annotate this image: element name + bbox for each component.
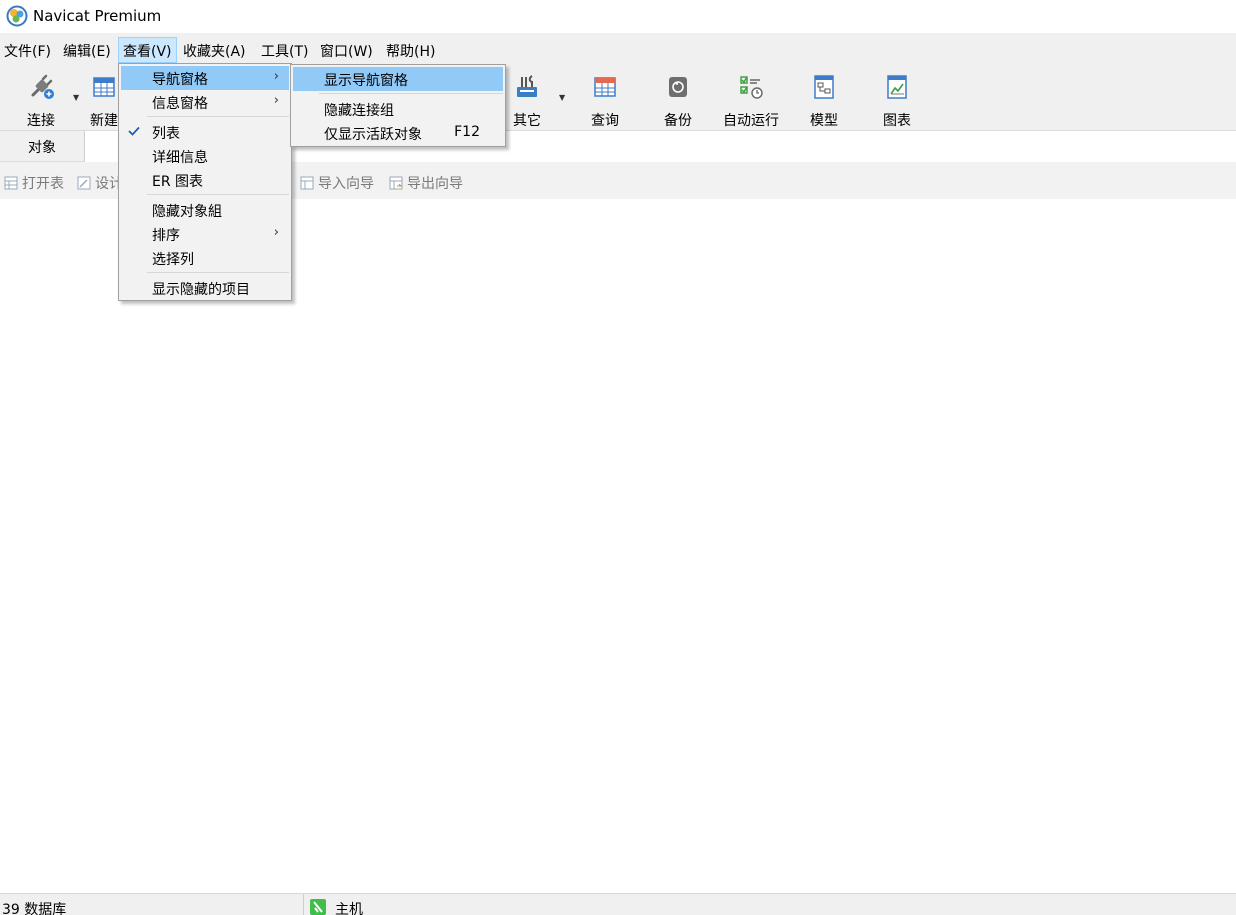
view-menu-item-info-pane[interactable]: 信息窗格 ›: [121, 90, 289, 114]
view-menu-item-hide-object-group[interactable]: 隐藏对象組: [121, 198, 289, 222]
view-menu-item-er-diagram[interactable]: ER 图表: [121, 168, 289, 192]
query-table-icon: [594, 77, 616, 97]
submenu-item-label: 隐藏连接组: [324, 103, 394, 119]
open-table-label: 打开表: [22, 176, 64, 192]
toolbar-query-label: 查询: [591, 113, 619, 129]
view-menu-item-label: 信息窗格: [152, 96, 208, 112]
toolbar-other-button[interactable]: 其它: [497, 69, 557, 129]
menu-edit[interactable]: 编辑(E): [59, 37, 115, 63]
submenu-item-show-nav-pane[interactable]: 显示导航窗格: [293, 67, 503, 91]
toolbar-model-button[interactable]: 模型: [794, 69, 854, 129]
submenu-item-show-active-only[interactable]: 仅显示活跃对象 F12: [293, 121, 503, 145]
toolbar-automation-button[interactable]: 自动运行: [716, 69, 786, 129]
view-menu-item-label: 选择列: [152, 252, 194, 268]
menu-window[interactable]: 窗口(W): [316, 37, 377, 63]
menu-help[interactable]: 帮助(H): [382, 37, 439, 63]
submenu-item-label: 显示导航窗格: [324, 73, 408, 89]
menu-separator: [319, 93, 503, 94]
design-table-action[interactable]: 设计: [77, 173, 123, 193]
view-menu-item-list[interactable]: 列表: [121, 120, 289, 144]
host-icon: [310, 899, 326, 915]
chevron-right-icon: ›: [273, 93, 279, 108]
tools-icon: [517, 75, 537, 97]
import-wizard-icon: [300, 176, 314, 190]
checkmark-icon: [128, 126, 140, 136]
title-bar: Navicat Premium: [0, 0, 1236, 33]
status-host: 主机: [335, 902, 363, 915]
menu-bar: 文件(F) 编辑(E) 查看(V) 收藏夹(A) 工具(T) 窗口(W) 帮助(…: [0, 33, 1236, 65]
table-new-icon: [93, 77, 115, 97]
schedule-checklist-icon: [740, 76, 763, 99]
menu-separator: [147, 194, 289, 195]
view-menu-item-label: ER 图表: [152, 174, 204, 190]
chevron-right-icon: ›: [273, 69, 279, 84]
menu-separator: [147, 272, 289, 273]
menu-tools[interactable]: 工具(T): [257, 37, 312, 63]
status-divider: [303, 894, 304, 915]
export-wizard-icon: [389, 176, 403, 190]
toolbar-backup-label: 备份: [664, 113, 692, 129]
export-wizard-action[interactable]: 导出向导: [389, 173, 463, 193]
open-table-action[interactable]: 打开表: [4, 173, 64, 193]
toolbar-other-label: 其它: [513, 113, 541, 129]
view-menu: 导航窗格 › 信息窗格 › 列表 详细信息 ER 图表 隐藏对象組 排序 › 选…: [118, 63, 292, 301]
tab-objects[interactable]: 对象: [0, 131, 84, 162]
view-menu-item-nav-pane[interactable]: 导航窗格 ›: [121, 66, 289, 90]
view-menu-item-label: 详细信息: [152, 150, 208, 166]
view-menu-item-sort[interactable]: 排序 ›: [121, 222, 289, 246]
toolbar-model-label: 模型: [810, 113, 838, 129]
object-list-area[interactable]: [0, 199, 1236, 893]
nav-pane-submenu: 显示导航窗格 隐藏连接组 仅显示活跃对象 F12: [290, 64, 506, 147]
submenu-item-hide-connection-group[interactable]: 隐藏连接组: [293, 97, 503, 121]
plug-icon: [31, 74, 54, 99]
model-diagram-icon: [814, 75, 834, 99]
status-database-count: 39 数据库: [2, 902, 67, 915]
other-dropdown-arrow-icon[interactable]: ▼: [559, 93, 565, 102]
open-table-icon: [4, 176, 18, 190]
menu-file[interactable]: 文件(F): [0, 37, 55, 63]
design-table-icon: [77, 176, 91, 190]
toolbar-chart-label: 图表: [883, 113, 911, 129]
export-wizard-label: 导出向导: [407, 176, 463, 192]
submenu-item-label: 仅显示活跃对象: [324, 127, 422, 143]
backup-disk-icon: [669, 77, 687, 97]
toolbar-query-button[interactable]: 查询: [575, 69, 635, 129]
view-menu-item-label: 显示隐藏的项目: [152, 282, 250, 298]
view-menu-item-show-hidden[interactable]: 显示隐藏的项目: [121, 276, 289, 300]
shortcut-label: F12: [454, 124, 480, 140]
toolbar-connect-label: 连接: [27, 113, 55, 129]
toolbar-connect-button[interactable]: 连接: [11, 69, 71, 129]
view-menu-item-label: 排序: [152, 228, 180, 244]
chevron-right-icon: ›: [273, 225, 279, 240]
view-menu-item-label: 列表: [152, 126, 180, 142]
toolbar-backup-button[interactable]: 备份: [648, 69, 708, 129]
window-title: Navicat Premium: [33, 7, 162, 25]
toolbar-chart-button[interactable]: 图表: [867, 69, 927, 129]
navicat-logo-icon: [6, 5, 28, 27]
import-wizard-action[interactable]: 导入向导: [300, 173, 374, 193]
view-menu-item-details[interactable]: 详细信息: [121, 144, 289, 168]
view-menu-item-label: 导航窗格: [152, 72, 208, 88]
import-wizard-label: 导入向导: [318, 176, 374, 192]
toolbar-automation-label: 自动运行: [723, 113, 779, 129]
menu-separator: [147, 116, 289, 117]
menu-view[interactable]: 查看(V): [118, 37, 177, 63]
menu-favorites[interactable]: 收藏夹(A): [179, 37, 250, 63]
view-menu-item-choose-columns[interactable]: 选择列: [121, 246, 289, 270]
status-bar: 39 数据库 主机: [0, 893, 1236, 915]
view-menu-item-label: 隐藏对象組: [152, 204, 222, 220]
chart-icon: [887, 75, 907, 99]
